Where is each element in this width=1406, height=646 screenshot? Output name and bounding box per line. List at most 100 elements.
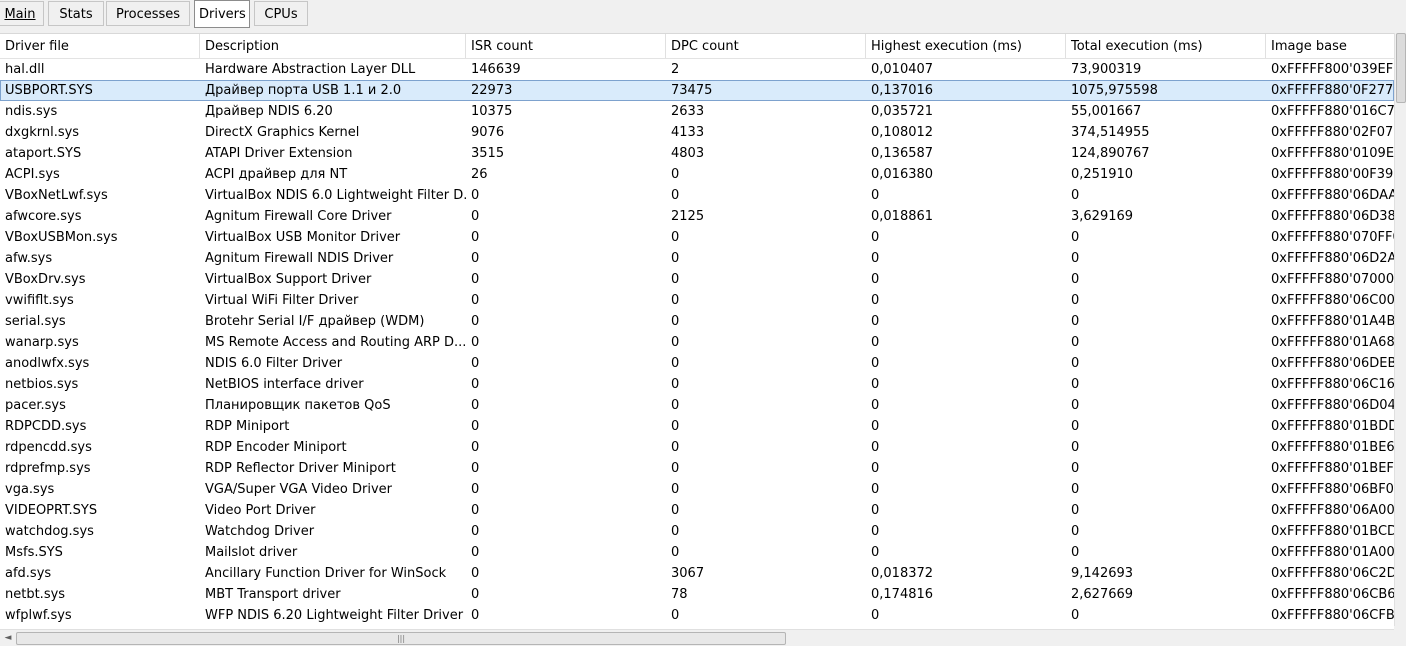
table-row[interactable]: netbt.sys MBT Transport driver 0 78 0,174816… [0, 584, 1394, 605]
table-row[interactable]: wfplwf.sys WFP NDIS 6.20 Lightweight Filt… [0, 605, 1394, 626]
cell-driver-file: VIDEOPRT.SYS [5, 503, 98, 518]
column-header-total-execution[interactable]: Total execution (ms) [1066, 34, 1266, 58]
vertical-scroll-thumb[interactable] [1396, 33, 1406, 103]
cell-dpc-count: 0 [671, 398, 680, 413]
cell-driver-file: ACPI.sys [5, 167, 60, 182]
table-row[interactable]: hal.dll Hardware Abstraction Layer DLL 146… [0, 59, 1394, 80]
tab-drivers-label: Drivers [199, 7, 246, 22]
cell-dpc-count: 73475 [671, 83, 713, 98]
cell-description: Ancillary Function Driver for WinSock [205, 566, 447, 581]
cell-image-base: 0xFFFFF880'01A4B0 [1271, 314, 1394, 329]
tab-main[interactable]: Main [0, 1, 44, 26]
cell-image-base: 0xFFFFF880'0F2770 [1271, 83, 1394, 98]
cell-isr-count: 0 [471, 377, 480, 392]
cell-total-execution: 0 [1071, 545, 1080, 560]
cell-total-execution: 124,890767 [1071, 146, 1150, 161]
column-header-driver-file[interactable]: Driver file [0, 34, 200, 58]
cell-driver-file: wfplwf.sys [5, 608, 72, 623]
tab-cpus-label: CPUs [264, 7, 298, 22]
cell-dpc-count: 0 [671, 482, 680, 497]
table-row[interactable]: RDPCDD.sys RDP Miniport 0 0 0 0 0xFFFFF880'01B… [0, 416, 1394, 437]
table-row[interactable]: VBoxDrv.sys VirtualBox Support Driver 0 0 0 0… [0, 269, 1394, 290]
cell-highest-execution: 0 [871, 524, 880, 539]
table-row[interactable]: VBoxUSBMon.sys VirtualBox USB Monitor Dri… [0, 227, 1394, 248]
cell-isr-count: 26 [471, 167, 488, 182]
cell-dpc-count: 4803 [671, 146, 705, 161]
table-row[interactable]: Msfs.SYS Mailslot driver 0 0 0 0 0xFFFFF880'01… [0, 542, 1394, 563]
table-row[interactable]: dxgkrnl.sys DirectX Graphics Kernel 9076 41… [0, 122, 1394, 143]
cell-description: NDIS 6.0 Filter Driver [205, 356, 343, 371]
grip-icon: ||| [396, 634, 406, 643]
drivers-table[interactable]: Driver file Description ISR count DPC co… [0, 33, 1394, 627]
cell-isr-count: 9076 [471, 125, 505, 140]
cell-image-base: 0xFFFFF880'06CB60 [1271, 587, 1394, 602]
cell-image-base: 0xFFFFF880'016C70 [1271, 104, 1394, 119]
table-row[interactable]: watchdog.sys Watchdog Driver 0 0 0 0 0xFFFFF88… [0, 521, 1394, 542]
cell-description: VirtualBox USB Monitor Driver [205, 230, 401, 245]
cell-driver-file: VBoxNetLwf.sys [5, 188, 108, 203]
tab-drivers[interactable]: Drivers [194, 0, 250, 28]
cell-driver-file: afwcore.sys [5, 209, 82, 224]
cell-highest-execution: 0 [871, 377, 880, 392]
cell-driver-file: VBoxDrv.sys [5, 272, 86, 287]
column-header-dpc-count[interactable]: DPC count [666, 34, 866, 58]
column-header-description[interactable]: Description [200, 34, 466, 58]
table-row[interactable]: ACPI.sys ACPI драйвер для NT 26 0 0,016380 0,… [0, 164, 1394, 185]
horizontal-scrollbar[interactable]: ◄ ||| [0, 629, 1394, 646]
cell-isr-count: 0 [471, 587, 480, 602]
cell-total-execution: 0 [1071, 230, 1080, 245]
cell-highest-execution: 0,174816 [871, 587, 934, 602]
cell-highest-execution: 0,108012 [871, 125, 934, 140]
table-row[interactable]: pacer.sys Планировщик пакетов QoS 0 0 0 0 0xFF… [0, 395, 1394, 416]
cell-image-base: 0xFFFFF880'01A000 [1271, 545, 1394, 560]
table-row[interactable]: wanarp.sys MS Remote Access and Routing A… [0, 332, 1394, 353]
cell-description: Video Port Driver [205, 503, 316, 518]
table-row[interactable]: rdprefmp.sys RDP Reflector Driver Minipor… [0, 458, 1394, 479]
vertical-scrollbar[interactable] [1394, 33, 1406, 626]
table-row[interactable]: ndis.sys Драйвер NDIS 6.20 10375 2633 0,0357… [0, 101, 1394, 122]
cell-description: VirtualBox NDIS 6.0 Lightweight Filter D… [205, 188, 466, 203]
table-row[interactable]: anodlwfx.sys NDIS 6.0 Filter Driver 0 0 0 0 0x… [0, 353, 1394, 374]
cell-description: DirectX Graphics Kernel [205, 125, 360, 140]
cell-image-base: 0xFFFFF880'01BEF0 [1271, 461, 1394, 476]
cell-highest-execution: 0,136587 [871, 146, 934, 161]
cell-total-execution: 0 [1071, 356, 1080, 371]
table-row[interactable]: ataport.SYS ATAPI Driver Extension 3515 480… [0, 143, 1394, 164]
tab-processes-label: Processes [115, 7, 181, 22]
cell-description: RDP Encoder Miniport [205, 440, 347, 455]
table-row[interactable]: afd.sys Ancillary Function Driver for Win… [0, 563, 1394, 584]
tab-cpus[interactable]: CPUs [254, 1, 308, 26]
cell-description: Драйвер NDIS 6.20 [205, 104, 333, 119]
tab-processes[interactable]: Processes [106, 1, 190, 26]
table-row[interactable]: netbios.sys NetBIOS interface driver 0 0 0 0 0… [0, 374, 1394, 395]
table-row[interactable]: vwififlt.sys Virtual WiFi Filter Driver 0 0… [0, 290, 1394, 311]
cell-isr-count: 0 [471, 461, 480, 476]
scroll-left-arrow-icon[interactable]: ◄ [1, 632, 15, 645]
table-header: Driver file Description ISR count DPC co… [0, 34, 1394, 59]
cell-description: Agnitum Firewall Core Driver [205, 209, 392, 224]
cell-image-base: 0xFFFFF880'01BCD0 [1271, 524, 1394, 539]
cell-image-base: 0xFFFFF880'01BDD0 [1271, 419, 1394, 434]
cell-highest-execution: 0,016380 [871, 167, 934, 182]
column-header-highest-execution[interactable]: Highest execution (ms) [866, 34, 1066, 58]
cell-total-execution: 1075,975598 [1071, 83, 1158, 98]
cell-image-base: 0xFFFFF880'070FF0 [1271, 230, 1394, 245]
cell-dpc-count: 0 [671, 272, 680, 287]
table-row[interactable]: afwcore.sys Agnitum Firewall Core Driver 0… [0, 206, 1394, 227]
column-header-image-base[interactable]: Image base [1266, 34, 1394, 58]
tab-stats-label: Stats [59, 7, 93, 22]
table-row[interactable]: VBoxNetLwf.sys VirtualBox NDIS 6.0 Lightw… [0, 185, 1394, 206]
table-row[interactable]: vga.sys VGA/Super VGA Video Driver 0 0 0 0 0xF… [0, 479, 1394, 500]
table-row[interactable]: serial.sys Brotehr Serial I/F драйвер (WD… [0, 311, 1394, 332]
column-header-isr-count[interactable]: ISR count [466, 34, 666, 58]
horizontal-scroll-thumb[interactable]: ||| [16, 632, 786, 645]
tab-stats[interactable]: Stats [48, 1, 104, 26]
cell-dpc-count: 0 [671, 230, 680, 245]
cell-total-execution: 0,251910 [1071, 167, 1134, 182]
table-row[interactable]: USBPORT.SYS Драйвер порта USB 1.1 и 2.0 22… [0, 80, 1394, 101]
cell-isr-count: 0 [471, 356, 480, 371]
cell-isr-count: 0 [471, 398, 480, 413]
table-row[interactable]: rdpencdd.sys RDP Encoder Miniport 0 0 0 0 0xFF… [0, 437, 1394, 458]
table-row[interactable]: afw.sys Agnitum Firewall NDIS Driver 0 0 0 0 0… [0, 248, 1394, 269]
table-row[interactable]: VIDEOPRT.SYS Video Port Driver 0 0 0 0 0xFFFFF… [0, 500, 1394, 521]
